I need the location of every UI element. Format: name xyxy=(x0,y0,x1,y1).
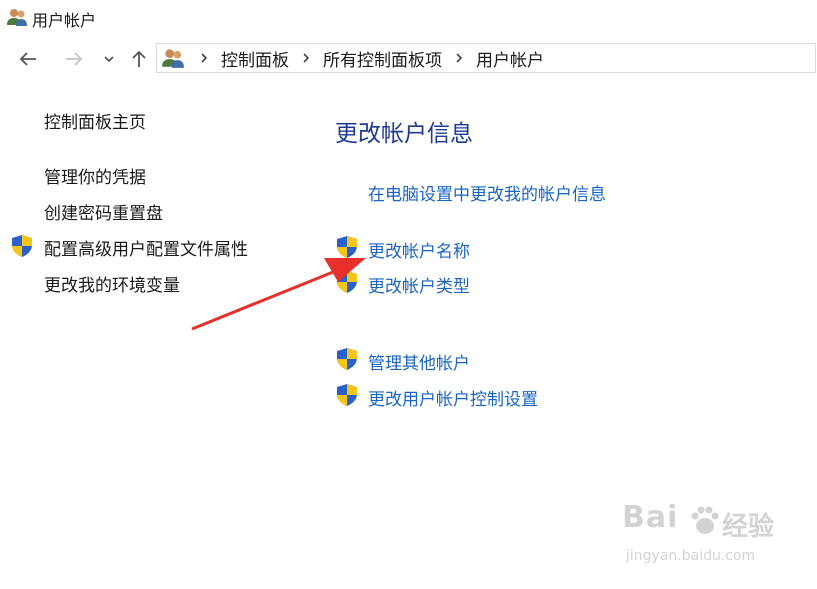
sidebar-item-advanced-profile-properties[interactable]: 配置高级用户配置文件属性 xyxy=(44,235,248,260)
sidebar-item-environment-variables[interactable]: 更改我的环境变量 xyxy=(44,271,180,296)
page-heading: 更改帐户信息 xyxy=(335,121,473,147)
uac-shield-icon xyxy=(337,271,357,293)
chevron-right-icon xyxy=(301,52,311,64)
paw-icon xyxy=(691,506,719,534)
breadcrumb-user-accounts[interactable]: 用户帐户 xyxy=(476,46,544,71)
navigation-bar: 控制面板 所有控制面板项 用户帐户 xyxy=(0,42,817,76)
forward-button[interactable] xyxy=(61,46,87,72)
task-change-uac-settings[interactable]: 更改用户帐户控制设置 xyxy=(368,385,538,410)
breadcrumb-all-control-panel-items[interactable]: 所有控制面板项 xyxy=(323,46,442,71)
back-arrow-icon xyxy=(19,52,36,66)
up-arrow-icon xyxy=(132,50,146,67)
uac-shield-icon xyxy=(337,348,357,370)
users-icon xyxy=(7,9,27,26)
uac-shield-icon xyxy=(12,235,32,257)
task-change-account-name[interactable]: 更改帐户名称 xyxy=(368,237,470,262)
watermark-url: jingyan.baidu.com xyxy=(626,548,756,564)
chevron-right-icon xyxy=(199,52,209,64)
back-button[interactable] xyxy=(15,46,41,72)
task-change-account-in-pc-settings[interactable]: 在电脑设置中更改我的帐户信息 xyxy=(368,180,606,205)
forward-arrow-icon xyxy=(66,52,83,66)
watermark-logo: Bai xyxy=(622,500,679,535)
task-change-account-type[interactable]: 更改帐户类型 xyxy=(368,272,470,297)
window-title: 用户帐户 xyxy=(32,11,97,30)
breadcrumb-control-panel[interactable]: 控制面板 xyxy=(221,46,289,71)
chevron-right-icon xyxy=(454,52,464,64)
sidebar-item-create-password-reset-disk[interactable]: 创建密码重置盘 xyxy=(44,199,163,224)
recent-locations-button[interactable] xyxy=(96,46,122,72)
chevron-down-icon xyxy=(104,56,114,63)
uac-shield-icon xyxy=(337,236,357,258)
task-manage-other-accounts[interactable]: 管理其他帐户 xyxy=(368,349,470,374)
baidu-watermark: Bai 经验 jingyan.baidu.com xyxy=(622,500,812,575)
uac-shield-icon xyxy=(337,384,357,406)
users-icon xyxy=(162,49,184,68)
sidebar-item-control-panel-home[interactable]: 控制面板主页 xyxy=(44,108,146,133)
title-bar: 用户帐户 xyxy=(0,0,817,36)
address-bar[interactable]: 控制面板 所有控制面板项 用户帐户 xyxy=(156,43,816,73)
up-button[interactable] xyxy=(126,46,152,72)
watermark-logo-suffix: 经验 xyxy=(722,512,775,542)
sidebar-item-manage-credentials[interactable]: 管理你的凭据 xyxy=(44,163,146,188)
